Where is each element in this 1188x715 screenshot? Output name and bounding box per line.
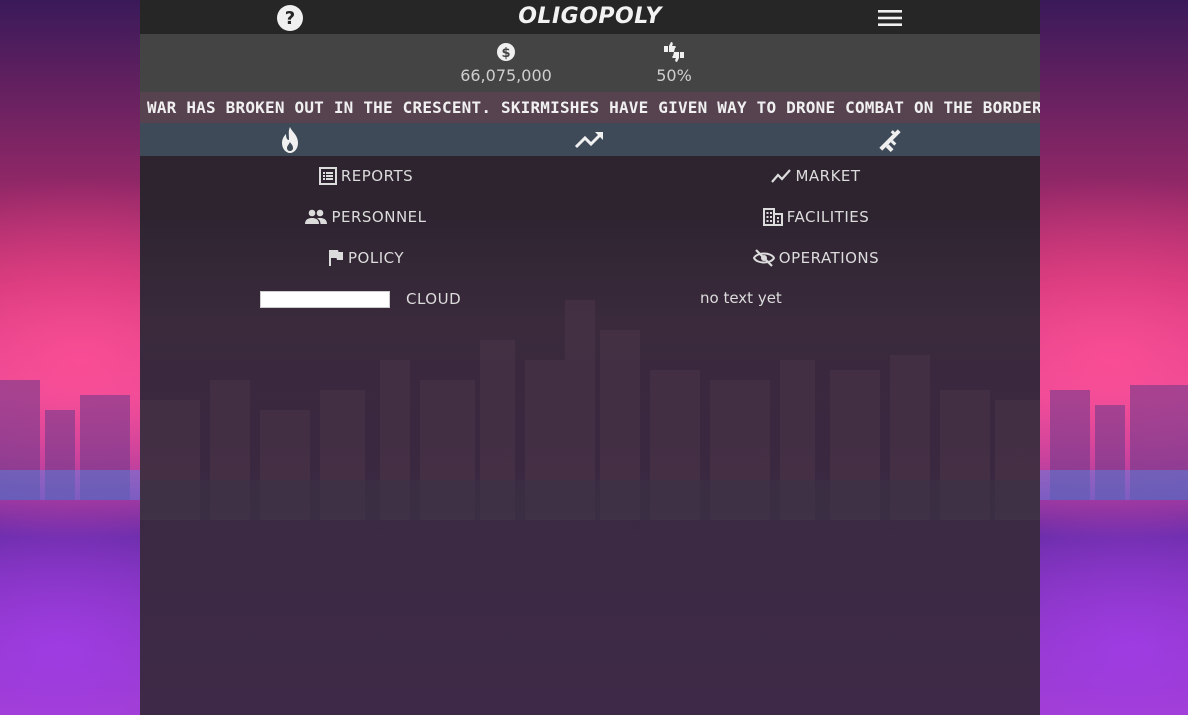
market-label: MARKET [795, 167, 861, 185]
news-ticker: WAR HAS BROKEN OUT IN THE CRESCENT. SKIR… [140, 92, 1040, 123]
tab-bar [140, 123, 1040, 156]
trending-up-icon [575, 131, 604, 148]
top-bar: ? OLIGOPOLY [140, 0, 1040, 34]
cloud-input[interactable] [260, 291, 390, 308]
svg-text:?: ? [285, 8, 295, 29]
fire-icon [282, 126, 298, 153]
policy-button[interactable]: POLICY [290, 241, 442, 275]
tab-fire[interactable] [140, 123, 440, 156]
cloud-label: CLOUD [406, 290, 462, 308]
tab-rifle[interactable] [740, 123, 1040, 156]
thumbs-up-down-icon [664, 42, 684, 62]
question-circle-icon[interactable]: ? [276, 4, 304, 32]
trending-up-icon [771, 169, 792, 183]
reports-button[interactable]: REPORTS [290, 159, 442, 193]
building-icon [762, 208, 783, 226]
news-ticker-text: WAR HAS BROKEN OUT IN THE CRESCENT. SKIR… [147, 98, 1040, 117]
approval-value: 50% [656, 66, 692, 85]
operations-label: OPERATIONS [778, 249, 880, 267]
app-title: OLIGOPOLY [518, 4, 662, 29]
list-icon [318, 167, 337, 185]
money-stat: $ 66,075,000 [446, 42, 566, 85]
reports-label: REPORTS [340, 167, 414, 185]
hamburger-menu-icon[interactable] [877, 7, 903, 29]
eye-off-icon [752, 249, 775, 267]
operations-button[interactable]: OPERATIONS [740, 241, 892, 275]
status-note: no text yet [700, 289, 782, 307]
approval-stat: 50% [614, 42, 734, 85]
tab-trending[interactable] [440, 123, 740, 156]
svg-text:$: $ [501, 46, 510, 61]
facilities-label: FACILITIES [786, 208, 870, 226]
rifle-icon [879, 128, 901, 152]
people-icon [305, 209, 328, 224]
policy-label: POLICY [347, 249, 404, 267]
personnel-button[interactable]: PERSONNEL [290, 200, 442, 234]
facilities-button[interactable]: FACILITIES [740, 200, 892, 234]
flag-icon [328, 250, 343, 266]
dollar-circle-icon: $ [497, 43, 515, 61]
personnel-label: PERSONNEL [331, 208, 427, 226]
main-panel: ? OLIGOPOLY $ 66,075,000 50% WAR HAS BRO… [140, 0, 1040, 715]
stats-bar: $ 66,075,000 50% [140, 34, 1040, 92]
market-button[interactable]: MARKET [740, 159, 892, 193]
money-value: 66,075,000 [460, 66, 552, 85]
